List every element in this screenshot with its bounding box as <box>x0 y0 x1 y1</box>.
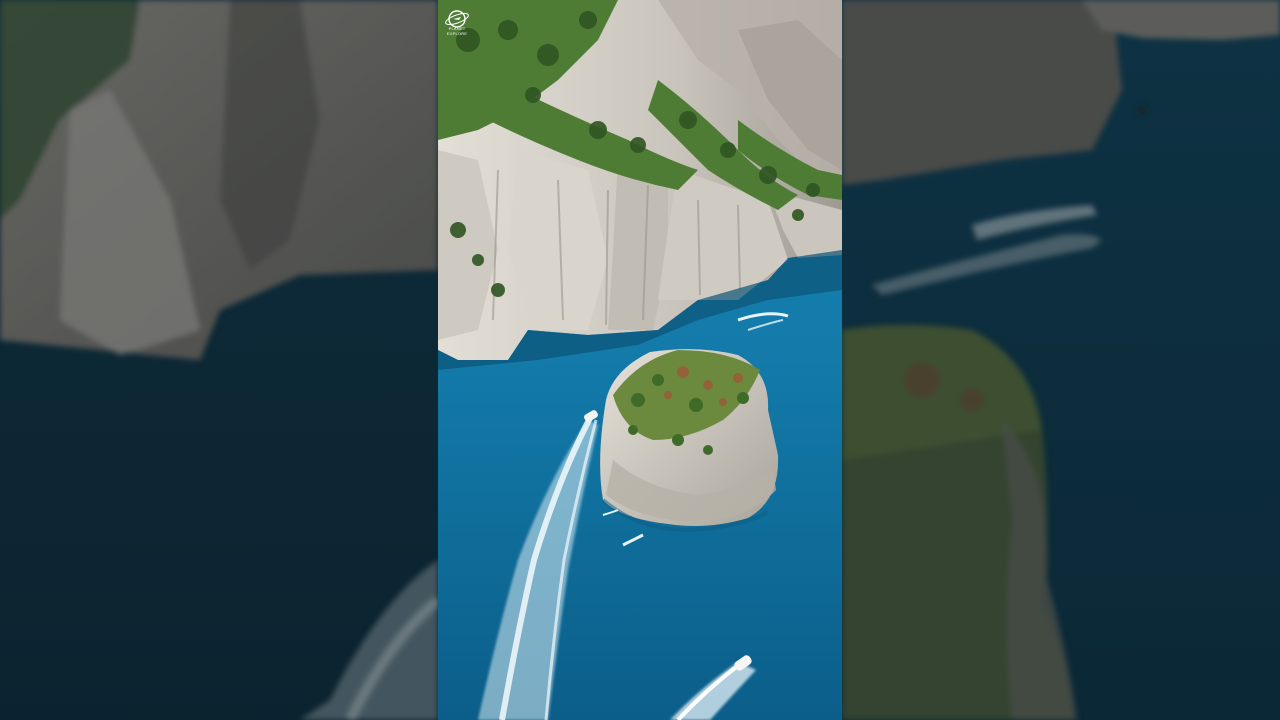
blurred-background-right <box>842 0 1280 720</box>
dim-overlay <box>0 0 438 720</box>
video-frame: PLANET EXPLORE <box>0 0 1280 720</box>
dim-overlay <box>842 0 1280 720</box>
watermark-text: PLANET EXPLORE <box>446 26 468 36</box>
blurred-background-left <box>0 0 438 720</box>
coastal-aerial-scene <box>438 0 842 720</box>
main-video-frame <box>438 0 842 720</box>
